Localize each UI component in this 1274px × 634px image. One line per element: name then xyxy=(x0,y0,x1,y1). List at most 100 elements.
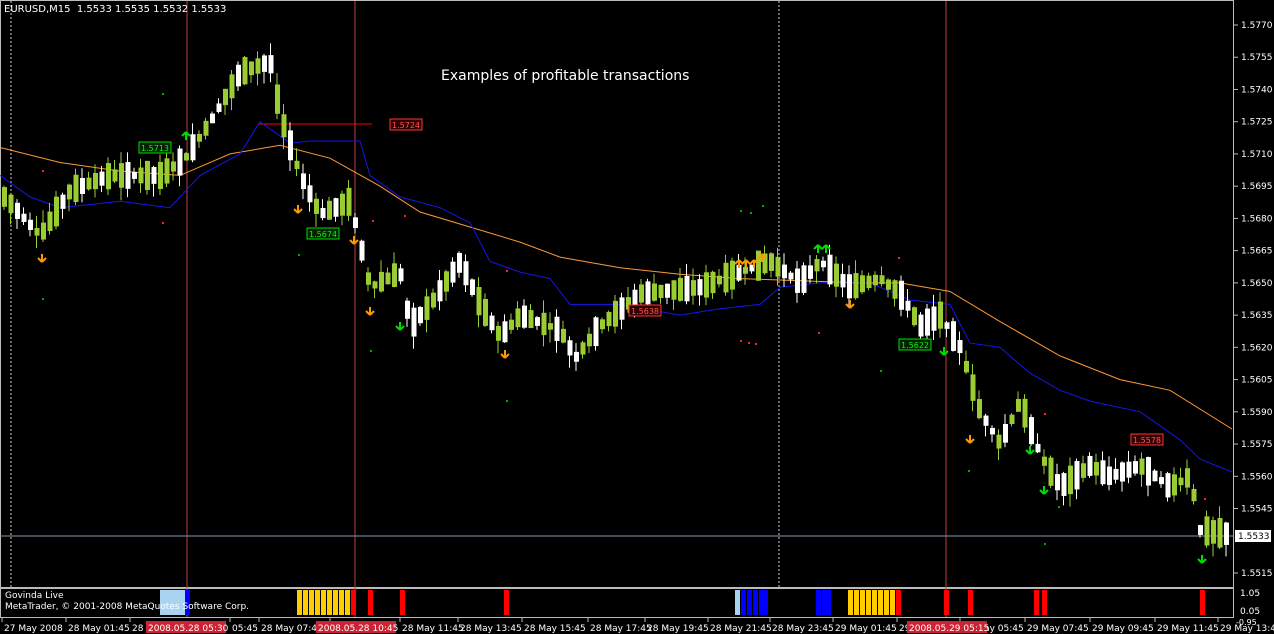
arrow-down-icon xyxy=(1197,555,1207,564)
price-chart[interactable]: 1.5713 1.5724 1.5674 1.5638 1.5622 1.5578 1.5… xyxy=(0,0,1274,634)
time-tick-label: 28 May 11:45 xyxy=(402,624,464,634)
subwindow-level-bottom: -0.95 xyxy=(1236,618,1257,627)
bear-candle xyxy=(1081,463,1086,478)
bear-candle xyxy=(853,273,859,299)
histogram-bar xyxy=(333,590,338,615)
bull-candle xyxy=(1107,466,1112,485)
time-tick-label: 28 May 01:45 xyxy=(68,624,130,634)
bull-candle xyxy=(288,130,293,161)
subwindow-level-mid: 0.05 xyxy=(1240,607,1261,617)
histogram-bar xyxy=(1042,590,1047,615)
entry-price-tag-4: 1.5578 xyxy=(1133,436,1161,445)
indicator-dot xyxy=(42,298,44,300)
indicator-dot xyxy=(162,222,164,224)
bear-candle xyxy=(8,194,14,214)
histogram-bar xyxy=(1200,590,1205,615)
bear-candle xyxy=(678,277,683,301)
indicator-dot xyxy=(1058,506,1060,508)
price-tick-label: 1.5725 xyxy=(1241,118,1273,128)
time-tick-label: 29 May 11:45 xyxy=(1157,624,1219,634)
indicator-dot xyxy=(740,210,742,212)
indicator-dot xyxy=(750,212,752,214)
bull-candle xyxy=(125,162,131,189)
indicator-dot xyxy=(404,215,406,217)
bear-candle xyxy=(197,133,202,142)
bull-candle xyxy=(333,198,339,217)
bear-candle xyxy=(730,260,735,290)
bull-candle xyxy=(1152,470,1158,482)
histogram-bar xyxy=(339,590,344,615)
histogram-bar xyxy=(753,590,758,615)
price-tick-label: 1.5560 xyxy=(1241,472,1273,482)
bull-candle xyxy=(1100,460,1106,485)
indicator-dot xyxy=(370,350,372,352)
indicator-dot xyxy=(1044,543,1046,545)
bull-candle xyxy=(1113,468,1119,480)
bull-candle xyxy=(847,274,852,299)
bear-candle xyxy=(164,158,170,184)
time-marker-label: 2008.05.28 05:30 xyxy=(148,624,229,634)
bear-candle xyxy=(112,169,118,182)
histogram-bar xyxy=(297,590,302,615)
exit-price-tag-2: 1.5622 xyxy=(901,341,929,350)
bull-candle xyxy=(645,281,651,305)
bear-candle xyxy=(639,284,644,303)
price-tick-label: 1.5710 xyxy=(1241,150,1273,160)
bear-candle xyxy=(294,160,300,170)
histogram-bar xyxy=(763,590,768,615)
bull-candle xyxy=(1055,474,1060,491)
histogram-bar xyxy=(826,590,831,615)
bull-candle xyxy=(353,217,358,229)
bear-candle xyxy=(73,174,79,203)
time-marker-label: 2008.05.29 05:15 xyxy=(909,624,989,634)
bull-candle xyxy=(268,55,274,74)
chart-header: EURUSD,M15 1.5533 1.5535 1.5532 1.5533 xyxy=(4,4,227,15)
bull-candle xyxy=(808,265,813,279)
bull-candle xyxy=(463,261,469,286)
bull-candle xyxy=(15,202,20,219)
bear-candle xyxy=(775,256,781,277)
histogram-bar xyxy=(878,590,883,615)
slow-moving-average-line xyxy=(0,144,1233,430)
bear-candle xyxy=(1204,516,1210,546)
time-marker-label: 2008.05.28 10:45 xyxy=(318,624,398,634)
price-tick-label: 1.5575 xyxy=(1241,440,1273,450)
bear-candle xyxy=(242,57,248,85)
bull-candle xyxy=(28,219,33,230)
bull-candle xyxy=(554,316,560,341)
bull-candle xyxy=(262,55,267,72)
annotation-text: Examples of profitable transactions xyxy=(441,68,690,84)
bear-candle xyxy=(873,274,878,286)
price-tick-label: 1.5650 xyxy=(1241,279,1273,289)
copyright-text: MetaTrader, © 2001-2008 MetaQuotes Softw… xyxy=(5,602,250,612)
bear-candle xyxy=(561,328,566,343)
time-tick-label: 28 May 13:45 xyxy=(460,624,522,634)
bull-candle xyxy=(782,264,787,279)
histogram-bar xyxy=(321,590,326,615)
histogram-bar xyxy=(854,590,859,615)
bear-candle xyxy=(86,177,92,190)
bear-candle xyxy=(1048,457,1054,486)
indicator-dot xyxy=(1044,413,1046,415)
bull-candle xyxy=(697,279,703,296)
bull-candle xyxy=(795,268,800,293)
bull-candle xyxy=(535,317,540,326)
indicator-dot xyxy=(762,205,764,207)
arrow-down-icon xyxy=(365,307,375,316)
price-tick-label: 1.5590 xyxy=(1241,408,1273,418)
bear-candle xyxy=(580,342,586,355)
bear-candle xyxy=(476,287,482,316)
bull-candle xyxy=(665,283,670,298)
bear-candle xyxy=(938,301,943,329)
bull-candle xyxy=(918,314,924,337)
bull-candle xyxy=(398,268,404,282)
bear-candle xyxy=(54,196,59,227)
bear-candle xyxy=(866,275,872,289)
entry-price-tag-2: 1.5724 xyxy=(392,121,420,130)
bear-candle xyxy=(93,172,98,190)
bull-candle xyxy=(1133,461,1138,474)
bear-candle xyxy=(119,163,124,188)
bear-candle xyxy=(587,333,592,347)
bull-candle xyxy=(236,64,241,87)
arrow-up-icon xyxy=(734,259,744,268)
